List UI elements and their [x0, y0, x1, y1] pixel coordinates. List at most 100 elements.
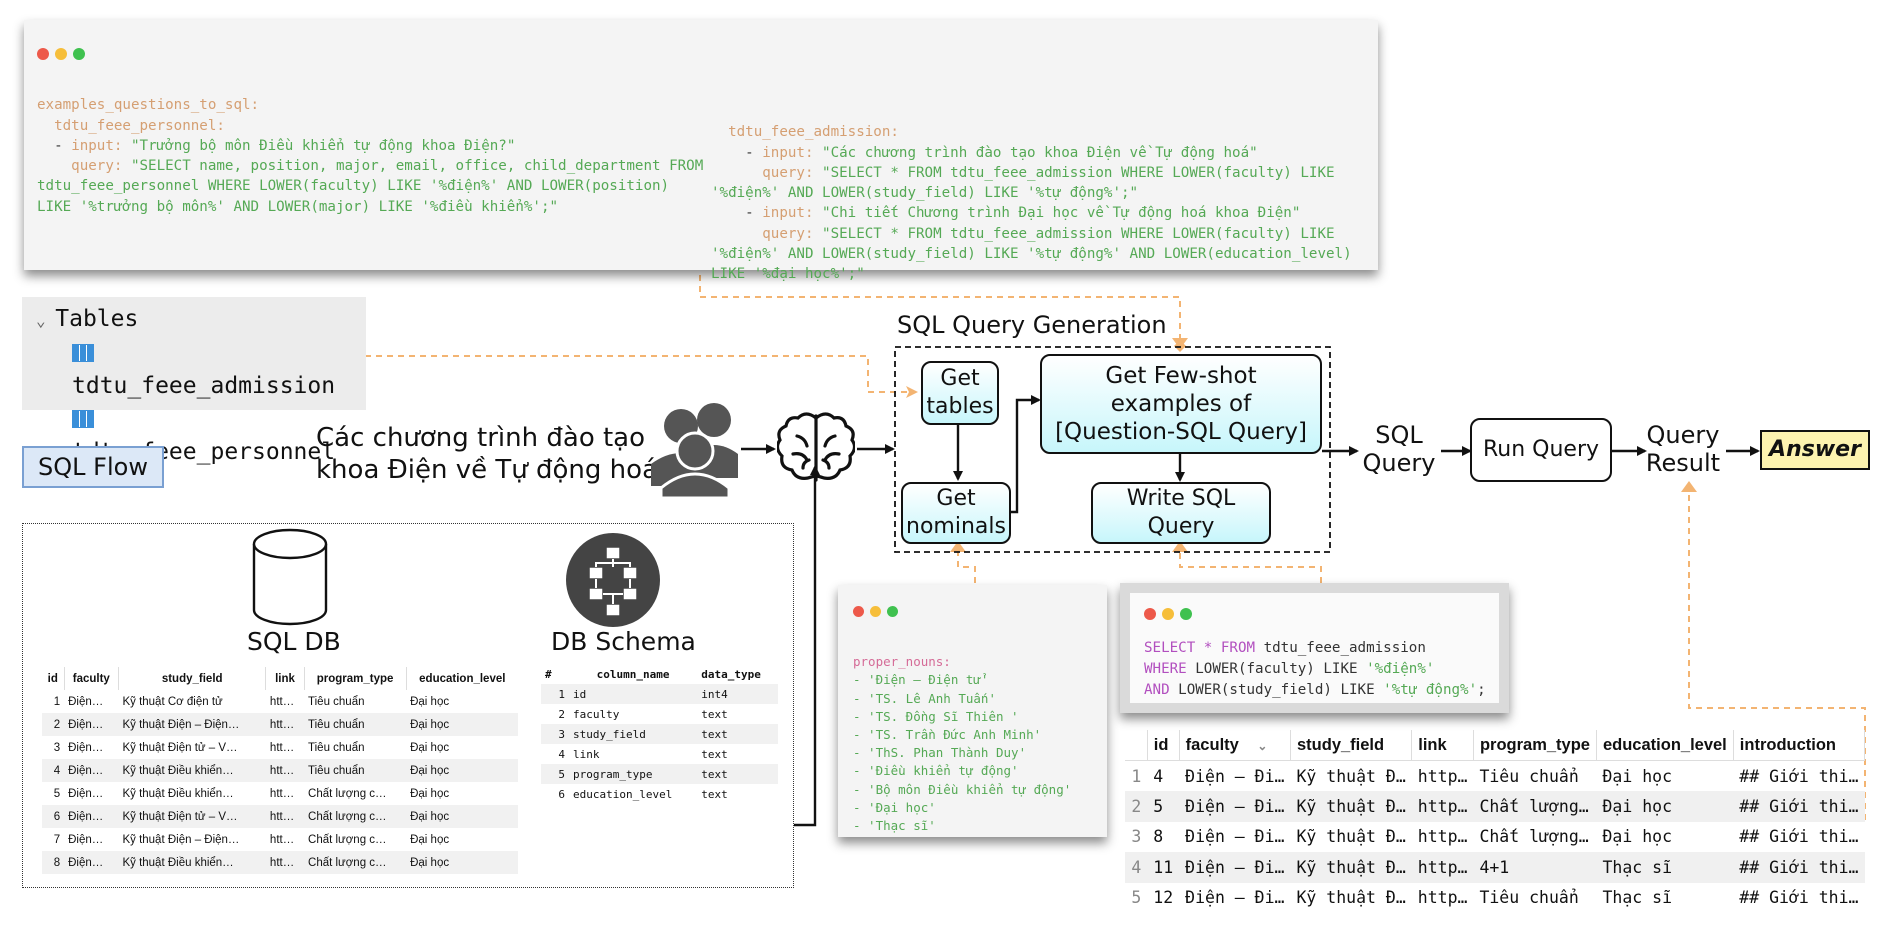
table-row[interactable]: 3 8 Điện – Đi… Kỹ thuật Đ… http… Chất lượng… Đ… [1125, 822, 1865, 853]
proper-noun-item: - 'TS. Trần Đức Anh Minh' [853, 727, 1042, 743]
table-cell: http… [1417, 888, 1468, 908]
table-cell: Điện… [64, 713, 119, 736]
table-cell: 4 [1125, 852, 1148, 883]
proper-noun-item: - 'Bộ môn Điều khiển tự động' [853, 781, 1072, 797]
column-header[interactable]: column_name [569, 664, 697, 684]
table-row[interactable]: 2 faculty text [541, 704, 778, 724]
table-row[interactable]: 6 Điện… Kỹ thuật Điện tử – V… htt… Chất lượn… [42, 805, 518, 828]
table-cell: Đại học [410, 695, 450, 708]
table-cell: int4 [697, 684, 778, 704]
column-header[interactable]: study_field [1290, 730, 1413, 761]
answer-box: Answer [1760, 430, 1870, 470]
table-cell: Đại học [410, 787, 450, 800]
maximize-dot-icon [73, 48, 85, 60]
table-cell: 5 [53, 787, 61, 800]
column-header[interactable]: id [42, 667, 64, 690]
table-row[interactable]: 5 12 Điện – Đi… Kỹ thuật Đ… http… Tiêu chuẩn T… [1125, 883, 1865, 914]
table-cell: Điện – Đi… [1179, 791, 1291, 822]
table-cell: Điện – Đi… [1185, 766, 1285, 786]
table-row[interactable]: 4 11 Điện – Đi… Kỹ thuật Đ… http… 4+1 Thạc sĩ #… [1125, 852, 1865, 883]
sql-query-label: SQL Query [1362, 421, 1436, 477]
column-header[interactable]: study_field [117, 667, 266, 690]
table-row[interactable]: 8 Điện… Kỹ thuật Điều khiển… htt… Chất lượng… [42, 851, 518, 874]
table-item-admission[interactable]: tdtu_feee_admission [72, 337, 352, 403]
column-header[interactable]: link [265, 667, 305, 690]
table-cell: Tiêu chuẩn [304, 759, 407, 782]
window-controls [853, 602, 1092, 621]
column-header[interactable]: introduction [1733, 730, 1866, 761]
table-row[interactable]: 1 Điện… Kỹ thuật Cơ điện tử htt… Tiêu chuẩn Đ… [42, 690, 518, 713]
table-row[interactable]: 5 Điện… Kỹ thuật Điều khiển… htt… Chất lượng… [42, 782, 518, 805]
table-cell: http… [1417, 827, 1468, 847]
table-cell: Tiêu chuẩn [308, 741, 365, 754]
table-cell: Điện… [68, 833, 104, 846]
table-row[interactable]: 1 4 Điện – Đi… Kỹ thuật Đ… http… Tiêu chuẩn Đạ… [1125, 761, 1865, 792]
tables-header[interactable]: ⌄ Tables [36, 303, 352, 337]
table-row[interactable]: 3 Điện… Kỹ thuật Điện tử – V… htt… Tiêu chuẩ… [42, 736, 518, 759]
table-cell: http… [1411, 852, 1474, 883]
table-cell: id [569, 684, 698, 704]
maximize-dot-icon [887, 606, 898, 617]
column-header[interactable]: program_type [1473, 730, 1597, 761]
table-cell: Điện… [68, 695, 104, 708]
minimize-dot-icon [870, 606, 881, 617]
table-cell: Kỹ thuật Cơ điện tử [122, 695, 223, 708]
column-header[interactable]: program_type [303, 667, 407, 690]
column-header[interactable]: link [1411, 730, 1474, 761]
table-row[interactable]: 4 link text [541, 744, 778, 764]
column-header[interactable]: data_type [697, 664, 778, 684]
table-cell: Kỹ thuật Điều khiển… [118, 851, 266, 874]
table-cell: Chất lượng c… [308, 833, 387, 846]
table-cell: Đại học [410, 833, 450, 846]
sql-flow-label: SQL Flow [22, 446, 164, 488]
table-cell: 2 [42, 713, 65, 736]
table-cell: ## Giới thi… [1739, 827, 1859, 847]
table-cell: 2 [1125, 791, 1148, 822]
table-cell: Đại học [406, 759, 518, 782]
table-cell: Điện… [68, 787, 104, 800]
table-cell: Kỹ thuật Đ… [1290, 852, 1412, 883]
column-header[interactable]: faculty ⌄ [1179, 730, 1291, 761]
table-row[interactable]: 1 id int4 [541, 684, 778, 704]
table-cell: Kỹ thuật Đ… [1296, 766, 1406, 786]
table-row[interactable]: 6 education_level text [541, 784, 778, 804]
table-row[interactable]: 5 program_type text [541, 764, 778, 784]
table-cell: 6 [42, 805, 65, 828]
table-header-row: id faculty ⌄ study_field link program_ty… [1125, 730, 1866, 761]
proper-noun-item: - 'Thạc sĩ' [853, 818, 936, 834]
table-cell: Tiêu chuẩn [1479, 766, 1579, 786]
db-data-table: id faculty study_field link program_type… [42, 667, 518, 874]
table-cell: 12 [1153, 888, 1174, 908]
personnel-examples-code: examples_questions_to_sql: tdtu_feee_per… [37, 97, 704, 215]
minimize-dot-icon [55, 48, 67, 60]
table-row[interactable]: 4 Điện… Kỹ thuật Điều khiển… htt… Tiêu chuẩn… [42, 759, 518, 782]
column-header[interactable]: faculty [63, 667, 119, 690]
column-header[interactable]: id [1147, 730, 1180, 761]
table-header-row: id faculty study_field link program_type… [42, 667, 518, 690]
chevron-down-icon: ⌄ [1257, 738, 1268, 753]
table-cell: 5 [1131, 888, 1142, 908]
column-header[interactable]: education_level [405, 667, 518, 690]
table-cell: 5 [541, 764, 569, 784]
table-cell: link [573, 747, 600, 761]
table-cell: Điện… [64, 805, 119, 828]
table-cell: htt… [269, 741, 295, 754]
table-cell: Đại học [410, 741, 450, 754]
column-header[interactable]: education_level [1596, 730, 1734, 761]
table-row[interactable]: 3 study_field text [541, 724, 778, 744]
table-cell: 3 [53, 741, 61, 754]
table-row[interactable]: 7 Điện… Kỹ thuật Điện – Điện… htt… Chất lượn… [42, 828, 518, 851]
table-cell: text [701, 747, 728, 761]
table-row[interactable]: 2 5 Điện – Đi… Kỹ thuật Đ… http… Chất lượng… Đ… [1125, 791, 1865, 822]
table-cell: 1 [1131, 766, 1142, 786]
table-cell: 2 [558, 707, 565, 721]
tables-to-gettables-connector [365, 355, 918, 398]
table-cell: Tiêu chuẩn [1479, 888, 1579, 908]
examples-code-window: examples_questions_to_sql: tdtu_feee_per… [24, 20, 1378, 282]
table-cell: Tiêu chuẩn [304, 713, 407, 736]
column-header[interactable]: # [541, 664, 569, 684]
table-cell: Kỹ thuật Điện – Điện… [118, 713, 266, 736]
table-cell: htt… [269, 833, 295, 846]
table-row[interactable]: 2 Điện… Kỹ thuật Điện – Điện… htt… Tiêu chuẩ… [42, 713, 518, 736]
minimize-dot-icon [1162, 608, 1174, 620]
